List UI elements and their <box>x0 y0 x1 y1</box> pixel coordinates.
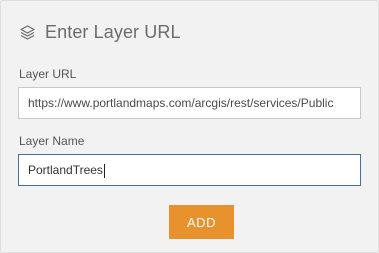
layer-name-label: Layer Name <box>19 134 85 148</box>
enter-layer-url-panel: Enter Layer URL Layer URL https://www.po… <box>0 0 379 253</box>
layer-name-value: PortlandTrees <box>28 163 103 177</box>
layers-icon <box>19 24 36 41</box>
layer-url-input[interactable]: https://www.portlandmaps.com/arcgis/rest… <box>18 87 361 119</box>
layer-url-label: Layer URL <box>19 67 77 81</box>
layer-name-input[interactable]: PortlandTrees <box>18 154 361 186</box>
panel-header: Enter Layer URL <box>19 19 181 45</box>
add-button[interactable]: ADD <box>169 205 234 239</box>
layer-url-value: https://www.portlandmaps.com/arcgis/rest… <box>28 96 334 110</box>
panel-title: Enter Layer URL <box>45 21 181 42</box>
text-cursor <box>103 163 105 178</box>
